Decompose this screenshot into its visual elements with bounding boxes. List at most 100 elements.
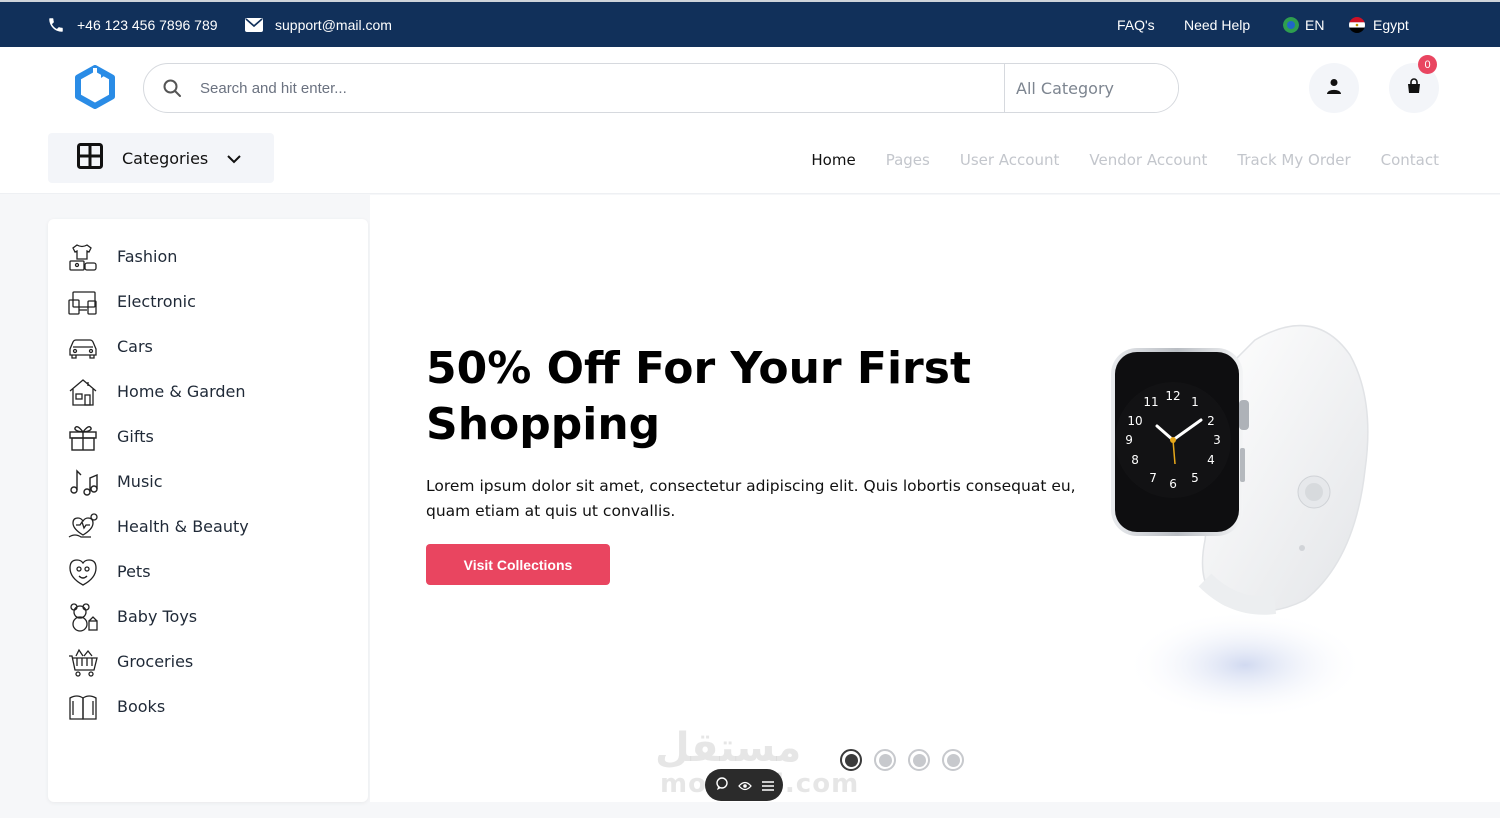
main-nav: Home Pages User Account Vendor Account T… bbox=[811, 151, 1439, 169]
slider-dot[interactable] bbox=[840, 749, 862, 771]
language-label: EN bbox=[1305, 16, 1325, 33]
search-input[interactable] bbox=[200, 64, 1004, 112]
email-contact[interactable]: support@mail.com bbox=[245, 2, 392, 47]
sidebar-item-electronic[interactable]: Electronic bbox=[48, 279, 368, 324]
sidebar-item-baby-toys[interactable]: Baby Toys bbox=[48, 594, 368, 639]
header: All Category 0 Categories Home Pages Use… bbox=[0, 47, 1500, 194]
music-icon bbox=[67, 466, 99, 498]
shopping-bag-icon bbox=[1406, 78, 1422, 98]
watermark-logo: مستقل bbox=[655, 725, 802, 771]
book-icon bbox=[67, 691, 99, 723]
help-link[interactable]: Need Help bbox=[1184, 2, 1250, 47]
categories-label: Categories bbox=[122, 148, 209, 168]
svg-text:8: 8 bbox=[1131, 453, 1139, 467]
sidebar-item-label: Cars bbox=[117, 337, 153, 356]
svg-text:12: 12 bbox=[1165, 389, 1180, 403]
sidebar-item-label: Gifts bbox=[117, 427, 154, 446]
mail-icon bbox=[245, 17, 263, 32]
logo[interactable] bbox=[73, 65, 117, 109]
nav-user-account[interactable]: User Account bbox=[960, 151, 1060, 169]
categories-button[interactable]: Categories bbox=[48, 133, 274, 183]
fashion-icon bbox=[67, 241, 99, 273]
top-bar: +46 123 456 7896 789 support@mail.com FA… bbox=[0, 0, 1500, 47]
sidebar-item-fashion[interactable]: Fashion bbox=[48, 234, 368, 279]
sidebar-item-label: Pets bbox=[117, 562, 151, 581]
search-bar: All Category bbox=[143, 63, 1179, 113]
sidebar-item-gifts[interactable]: Gifts bbox=[48, 414, 368, 459]
slider-dot[interactable] bbox=[908, 749, 930, 771]
svg-text:4: 4 bbox=[1207, 453, 1215, 467]
user-icon bbox=[1326, 78, 1342, 98]
sidebar-item-label: Baby Toys bbox=[117, 607, 198, 626]
phone-contact[interactable]: +46 123 456 7896 789 bbox=[47, 2, 218, 47]
hero-banner: 50% Off For Your First Shopping Lorem ip… bbox=[370, 195, 1500, 802]
search-icon[interactable] bbox=[144, 78, 200, 98]
pets-icon bbox=[67, 556, 99, 588]
eye-icon[interactable] bbox=[738, 776, 752, 795]
slider-dot[interactable] bbox=[874, 749, 896, 771]
sidebar-item-label: Electronic bbox=[117, 292, 196, 311]
svg-text:3: 3 bbox=[1213, 433, 1221, 447]
menu-icon[interactable] bbox=[761, 776, 774, 795]
sidebar-item-cars[interactable]: Cars bbox=[48, 324, 368, 369]
sidebar-item-label: Books bbox=[117, 697, 166, 716]
sidebar-item-groceries[interactable]: Groceries bbox=[48, 639, 368, 684]
car-icon bbox=[67, 331, 99, 363]
cart-count-badge: 0 bbox=[1418, 55, 1437, 74]
country-selector[interactable]: Egypt bbox=[1349, 2, 1409, 47]
cart-button[interactable]: 0 bbox=[1389, 55, 1439, 113]
faq-link[interactable]: FAQ's bbox=[1117, 2, 1155, 47]
nav-home[interactable]: Home bbox=[811, 151, 855, 169]
nav-contact[interactable]: Contact bbox=[1381, 151, 1439, 169]
sidebar-item-label: Home & Garden bbox=[117, 382, 246, 401]
svg-text:11: 11 bbox=[1143, 395, 1158, 409]
language-selector[interactable]: EN bbox=[1283, 2, 1324, 47]
smartwatch-image: 12 1 2 3 4 5 6 7 8 9 10 11 bbox=[1105, 310, 1375, 730]
country-label: Egypt bbox=[1373, 16, 1409, 33]
category-sidebar: Fashion Electronic Cars Home & Garden Gi… bbox=[48, 219, 368, 802]
sidebar-item-label: Fashion bbox=[117, 247, 178, 266]
email-address: support@mail.com bbox=[275, 16, 392, 33]
sidebar-item-books[interactable]: Books bbox=[48, 684, 368, 729]
slider-dot[interactable] bbox=[942, 749, 964, 771]
hero-description: Lorem ipsum dolor sit amet, consectetur … bbox=[426, 477, 1076, 520]
svg-text:2: 2 bbox=[1207, 414, 1215, 428]
slider-pagination bbox=[840, 749, 964, 771]
svg-text:6: 6 bbox=[1169, 477, 1177, 491]
nav-vendor-account[interactable]: Vendor Account bbox=[1089, 151, 1207, 169]
category-select-value: All Category bbox=[1016, 78, 1115, 98]
help-label: Need Help bbox=[1184, 16, 1251, 33]
nav-pages[interactable]: Pages bbox=[886, 151, 930, 169]
basket-icon bbox=[67, 646, 99, 678]
hero-title: 50% Off For Your First Shopping bbox=[426, 343, 971, 450]
svg-text:5: 5 bbox=[1191, 471, 1199, 485]
visit-collections-button[interactable]: Visit Collections bbox=[426, 544, 610, 585]
grid-icon bbox=[77, 143, 103, 173]
category-select[interactable]: All Category bbox=[1004, 64, 1178, 112]
svg-text:10: 10 bbox=[1127, 414, 1142, 428]
toy-icon bbox=[67, 601, 99, 633]
sidebar-item-home-garden[interactable]: Home & Garden bbox=[48, 369, 368, 414]
globe-flag-icon bbox=[1283, 16, 1299, 33]
sidebar-item-pets[interactable]: Pets bbox=[48, 549, 368, 594]
phone-number: +46 123 456 7896 789 bbox=[77, 16, 218, 33]
comment-icon[interactable] bbox=[715, 776, 729, 795]
sidebar-item-label: Groceries bbox=[117, 652, 194, 671]
sidebar-item-label: Health & Beauty bbox=[117, 517, 249, 536]
phone-icon bbox=[47, 16, 65, 34]
egypt-flag-icon bbox=[1349, 16, 1365, 33]
sidebar-item-health-beauty[interactable]: Health & Beauty bbox=[48, 504, 368, 549]
account-button[interactable] bbox=[1309, 63, 1359, 113]
electronic-icon bbox=[67, 286, 99, 318]
sidebar-item-music[interactable]: Music bbox=[48, 459, 368, 504]
gift-icon bbox=[67, 421, 99, 453]
svg-text:9: 9 bbox=[1125, 433, 1133, 447]
svg-text:7: 7 bbox=[1149, 471, 1157, 485]
chevron-down-icon bbox=[227, 149, 241, 168]
floating-toolbar bbox=[705, 769, 783, 801]
faq-label: FAQ's bbox=[1117, 16, 1155, 33]
health-icon bbox=[67, 511, 99, 543]
sidebar-item-label: Music bbox=[117, 472, 163, 491]
home-icon bbox=[67, 376, 99, 408]
nav-track-order[interactable]: Track My Order bbox=[1237, 151, 1350, 169]
